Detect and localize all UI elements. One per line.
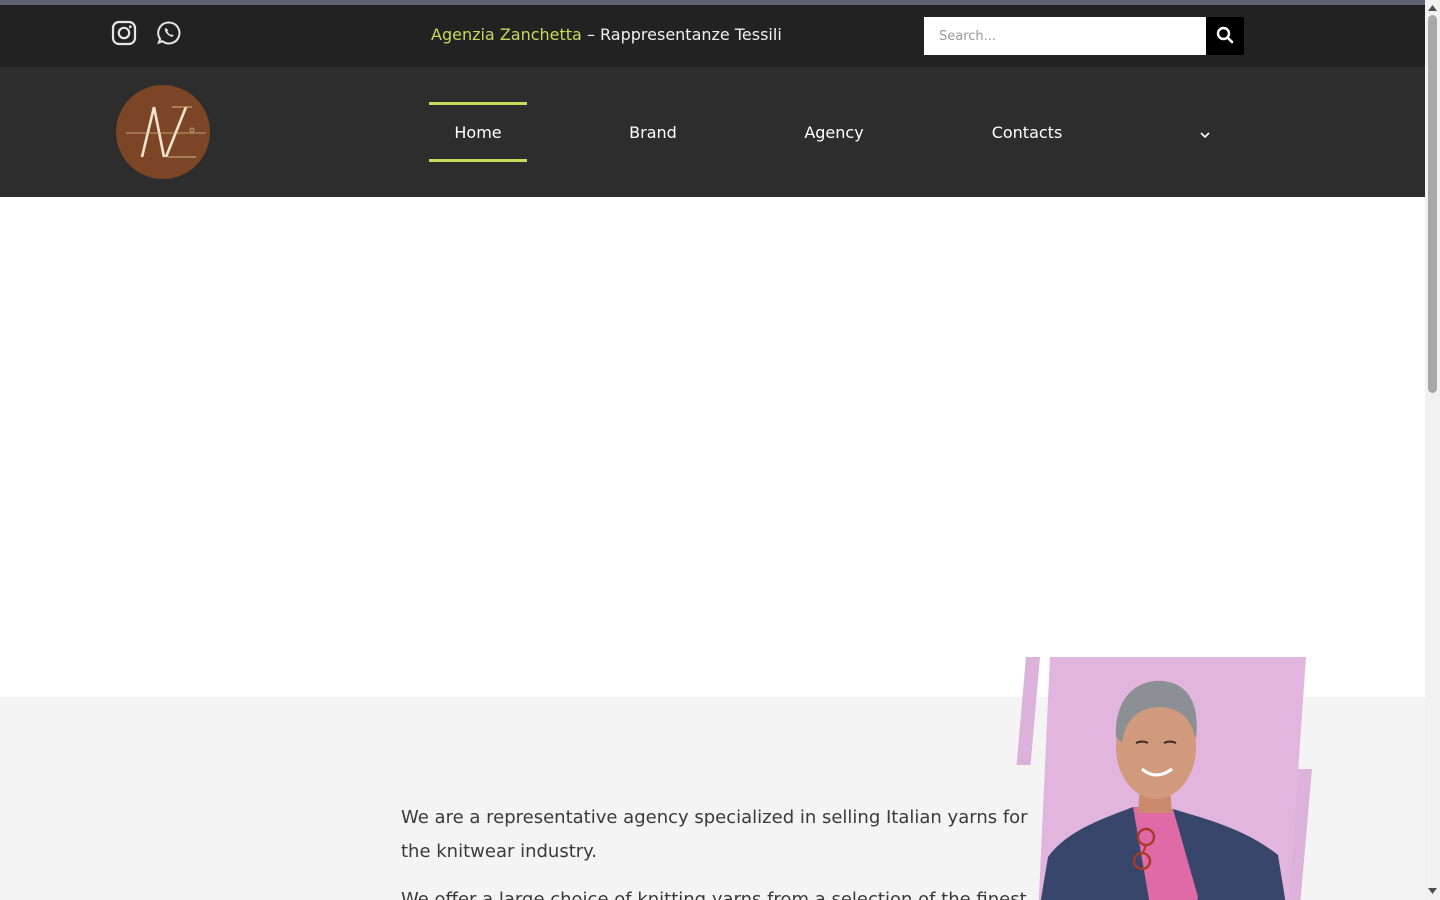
nav-home[interactable]: Home — [429, 102, 527, 162]
hero-section — [0, 197, 1425, 697]
page: Agenzia Zanchetta – Rappresentanze Tessi… — [0, 0, 1425, 900]
about-text: We are a representative agency specializ… — [401, 801, 1031, 900]
site-logo[interactable] — [116, 85, 210, 179]
portrait-decoration — [1016, 657, 1320, 900]
site-tagline: Agenzia Zanchetta – Rappresentanze Tessi… — [431, 25, 782, 44]
scroll-down-arrow[interactable] — [1428, 886, 1437, 895]
search-button[interactable] — [1206, 17, 1244, 55]
scroll-thumb[interactable] — [1428, 15, 1437, 393]
tagline-rest: – Rappresentanze Tessili — [581, 25, 782, 44]
main-navigation: Home Brand Agency Contacts — [0, 67, 1425, 197]
whatsapp-icon[interactable] — [156, 20, 182, 46]
search-input[interactable] — [924, 17, 1206, 55]
chevron-down-icon — [1199, 124, 1211, 143]
tagline-brand[interactable]: Agenzia Zanchetta — [431, 25, 582, 44]
nav-agency[interactable]: Agency — [786, 102, 882, 162]
about-paragraph-1: We are a representative agency specializ… — [401, 807, 1028, 862]
search-icon — [1216, 26, 1234, 47]
nav-brand[interactable]: Brand — [605, 102, 701, 162]
top-bar: Agenzia Zanchetta – Rappresentanze Tessi… — [0, 5, 1425, 67]
nav-more-dropdown[interactable] — [1192, 124, 1218, 142]
portrait-photo — [1038, 657, 1306, 900]
vertical-scrollbar[interactable] — [1425, 0, 1440, 900]
nav-contacts[interactable]: Contacts — [972, 102, 1082, 162]
search-form — [924, 17, 1244, 55]
about-paragraph-2: We offer a large choice of knitting yarn… — [401, 889, 1027, 900]
instagram-icon[interactable] — [111, 20, 137, 46]
scroll-up-arrow[interactable] — [1428, 3, 1437, 12]
decorative-stripe-left — [1016, 657, 1040, 765]
